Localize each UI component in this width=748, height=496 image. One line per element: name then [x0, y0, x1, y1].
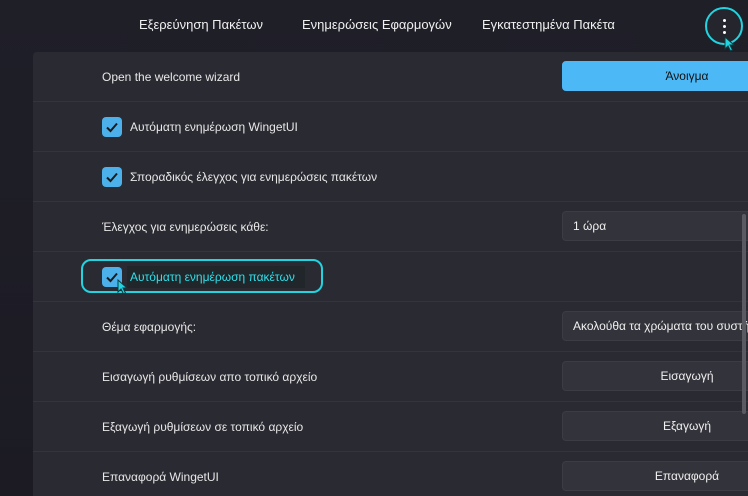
auto-update-wingetui-label: Αυτόματη ενημέρωση WingetUI	[130, 119, 298, 134]
mouse-cursor-icon	[724, 36, 736, 52]
tab-installed-packages[interactable]: Εγκατεστημένα Πακέτα	[482, 17, 615, 32]
check-interval-label: Έλεγχος για ενημερώσεις κάθε:	[102, 219, 269, 234]
mouse-cursor-icon	[117, 279, 129, 295]
tab-software-updates[interactable]: Ενημερώσεις Εφαρμογών	[302, 17, 452, 32]
export-settings-button[interactable]: Εξαγωγή	[562, 411, 748, 441]
check-interval-select[interactable]: 1 ώρα	[562, 211, 748, 241]
theme-select[interactable]: Ακολούθα τα χρώματα του συστήματος	[562, 311, 748, 341]
checkmark-icon	[106, 122, 118, 132]
import-settings-label: Εισαγωγή ρυθμίσεων απο τοπικό αρχείο	[102, 369, 318, 384]
auto-update-packages-label: Αυτόματη ενημέρωση πακέτων	[130, 269, 295, 284]
setting-row-welcome-wizard: Open the welcome wizard Άνοιγμα	[33, 52, 748, 102]
setting-row-auto-update-wingetui: Αυτόματη ενημέρωση WingetUI	[33, 102, 748, 152]
auto-update-wingetui-checkbox[interactable]	[102, 116, 122, 137]
reset-wingetui-button[interactable]: Επαναφορά	[562, 461, 748, 491]
setting-row-check-interval: Έλεγχος για ενημερώσεις κάθε: 1 ώρα	[33, 202, 748, 252]
setting-row-import: Εισαγωγή ρυθμίσεων απο τοπικό αρχείο Εισ…	[33, 352, 748, 402]
periodic-check-label: Σποραδικός έλεγχος για ενημερώσεις πακέτ…	[130, 169, 378, 184]
top-navigation: Εξερεύνηση Πακέτων Ενημερώσεις Εφαρμογών…	[0, 0, 748, 52]
settings-panel: Open the welcome wizard Άνοιγμα Αυτόματη…	[33, 52, 748, 496]
setting-row-export: Εξαγωγή ρυθμίσεων σε τοπικό αρχείο Εξαγω…	[33, 402, 748, 452]
open-welcome-wizard-button[interactable]: Άνοιγμα	[562, 61, 748, 91]
setting-row-theme: Θέμα εφαρμογής: Ακολούθα τα χρώματα του …	[33, 302, 748, 352]
scrollbar[interactable]	[742, 214, 746, 414]
theme-label: Θέμα εφαρμογής:	[102, 319, 197, 334]
reset-wingetui-label: Επαναφορά WingetUI	[102, 469, 219, 484]
checkmark-icon	[106, 172, 118, 182]
setting-row-reset: Επαναφορά WingetUI Επαναφορά	[33, 452, 748, 496]
export-settings-label: Εξαγωγή ρυθμίσεων σε τοπικό αρχείο	[102, 419, 304, 434]
setting-row-periodic-check: Σποραδικός έλεγχος για ενημερώσεις πακέτ…	[33, 152, 748, 202]
periodic-check-checkbox[interactable]	[102, 166, 122, 187]
setting-row-auto-update-packages: Αυτόματη ενημέρωση πακέτων	[33, 252, 748, 302]
import-settings-button[interactable]: Εισαγωγή	[562, 361, 748, 391]
welcome-wizard-label: Open the welcome wizard	[102, 69, 241, 84]
tab-discover-packages[interactable]: Εξερεύνηση Πακέτων	[139, 17, 263, 32]
more-vertical-icon	[722, 18, 726, 34]
